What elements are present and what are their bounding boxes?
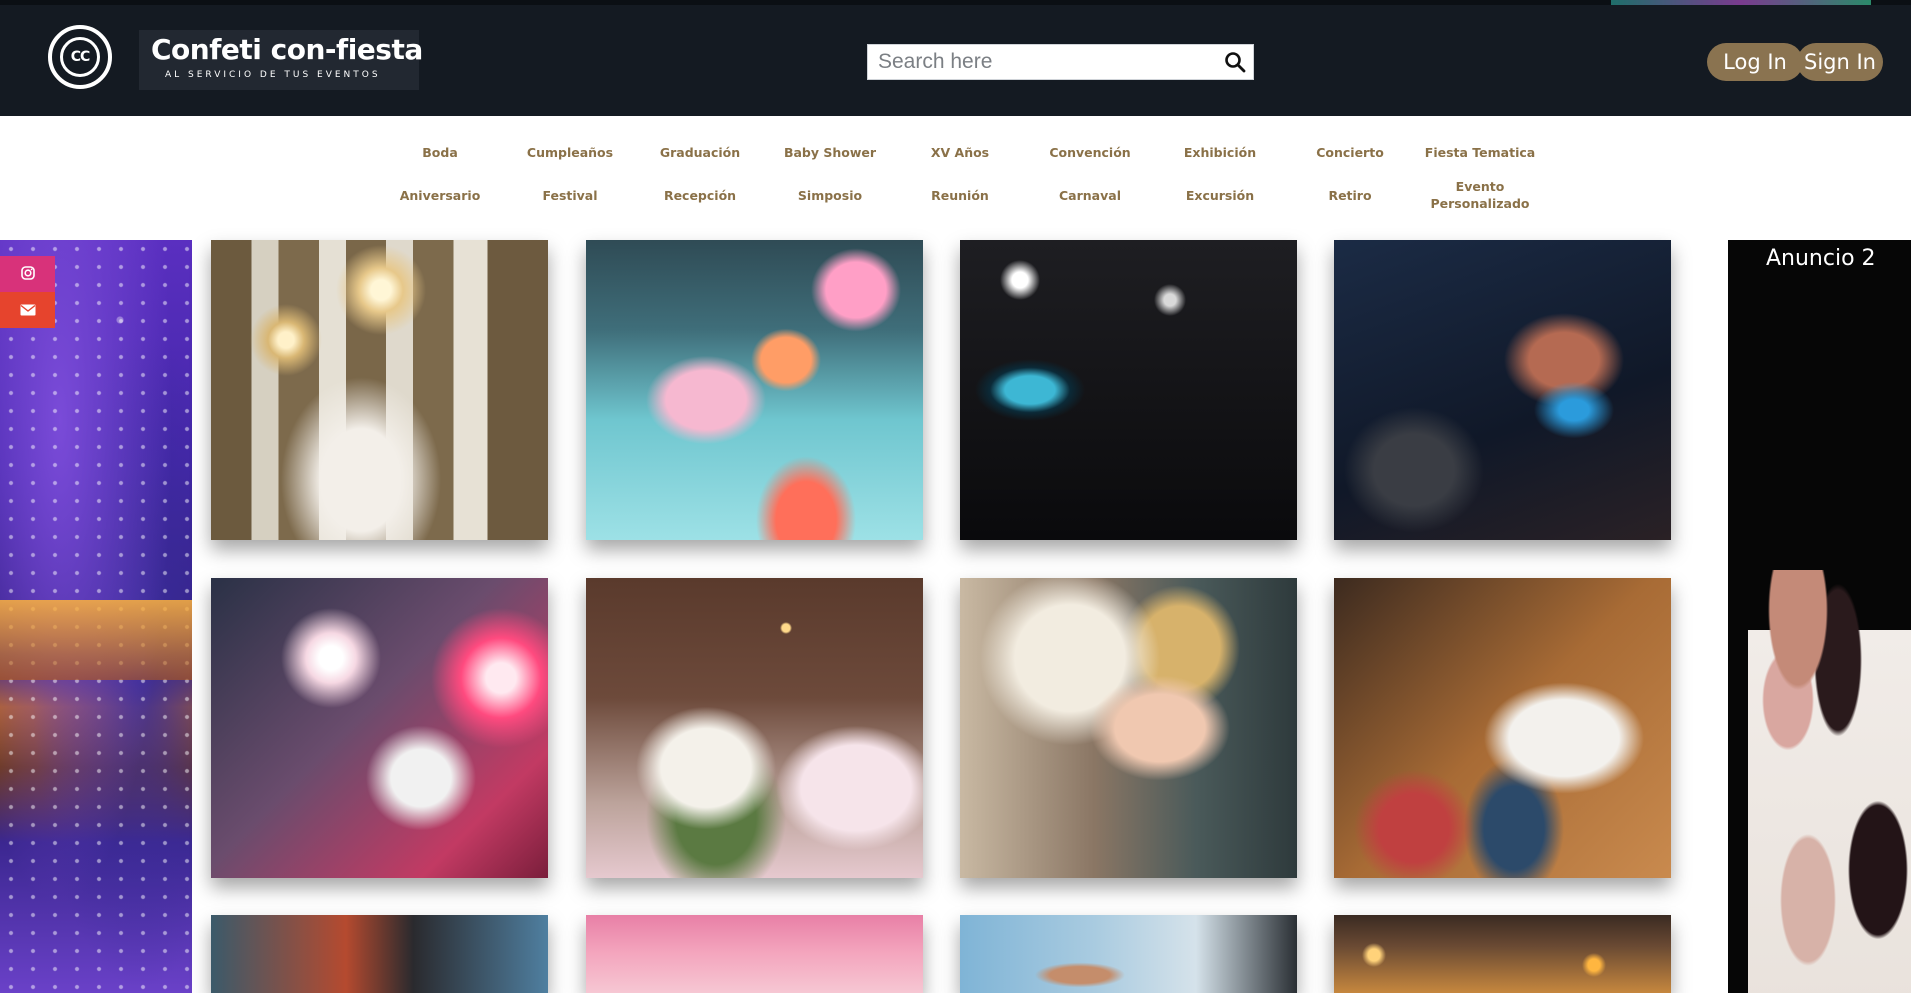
gallery-card-video-camera[interactable] bbox=[960, 240, 1297, 540]
category-boda[interactable]: Boda bbox=[380, 144, 500, 161]
login-button[interactable]: Log In bbox=[1707, 43, 1803, 81]
instagram-button[interactable] bbox=[0, 256, 55, 292]
category-nav: Boda Cumpleaños Graduación Baby Shower X… bbox=[0, 116, 1911, 240]
signin-button[interactable]: Sign In bbox=[1797, 43, 1883, 81]
search-icon[interactable] bbox=[1217, 44, 1253, 80]
brand-box[interactable]: Confeti con-fiesta AL SERVICIO DE TUS EV… bbox=[139, 30, 423, 90]
gallery-card-row3-3[interactable] bbox=[960, 915, 1297, 993]
gallery-card-ballroom[interactable] bbox=[211, 240, 548, 540]
category-exhibicion[interactable]: Exhibición bbox=[1160, 144, 1280, 161]
logo-monogram: CC bbox=[60, 37, 100, 77]
ad-title: Anuncio 2 bbox=[1766, 246, 1876, 271]
juggler-photo bbox=[211, 578, 548, 878]
left-side-banner[interactable] bbox=[0, 240, 192, 993]
row3-photo-2 bbox=[586, 915, 923, 993]
video-camera-photo bbox=[960, 240, 1297, 540]
category-cumpleanos[interactable]: Cumpleaños bbox=[510, 144, 630, 161]
gallery-card-juggler[interactable] bbox=[211, 578, 548, 878]
floral-centerpiece-photo bbox=[586, 578, 923, 878]
brand-title: Confeti con-fiesta bbox=[151, 33, 423, 66]
search-input[interactable] bbox=[868, 45, 1217, 79]
category-simposio[interactable]: Simposio bbox=[770, 187, 890, 204]
site-header: CC Confeti con-fiesta AL SERVICIO DE TUS… bbox=[0, 0, 1911, 116]
row3-photo-4 bbox=[1334, 915, 1671, 993]
category-recepcion[interactable]: Recepción bbox=[640, 187, 760, 204]
category-carnaval[interactable]: Carnaval bbox=[1030, 187, 1150, 204]
planning-desk-photo bbox=[1334, 578, 1671, 878]
category-reunion[interactable]: Reunión bbox=[900, 187, 1020, 204]
envelope-icon bbox=[20, 301, 36, 320]
gallery-card-makeup[interactable] bbox=[960, 578, 1297, 878]
gallery-card-dj[interactable] bbox=[1334, 240, 1671, 540]
gallery-card-row3-1[interactable] bbox=[211, 915, 548, 993]
header-top-accent bbox=[1611, 0, 1871, 5]
dj-photo bbox=[1334, 240, 1671, 540]
gallery-card-planning[interactable] bbox=[1334, 578, 1671, 878]
makeup-artist-photo bbox=[960, 578, 1297, 878]
category-graduacion[interactable]: Graduación bbox=[640, 144, 760, 161]
category-convencion[interactable]: Convención bbox=[1030, 144, 1150, 161]
gallery-card-floral-centerpiece[interactable] bbox=[586, 578, 923, 878]
gallery-card-candy-bar[interactable] bbox=[586, 240, 923, 540]
category-fiesta-tematica[interactable]: Fiesta Tematica bbox=[1420, 144, 1540, 161]
category-concierto[interactable]: Concierto bbox=[1290, 144, 1410, 161]
banner-stage-lights bbox=[0, 600, 192, 680]
category-excursion[interactable]: Excursión bbox=[1160, 187, 1280, 204]
category-xv-anos[interactable]: XV Años bbox=[900, 144, 1020, 161]
category-aniversario[interactable]: Aniversario bbox=[380, 187, 500, 204]
email-button[interactable] bbox=[0, 292, 55, 328]
category-festival[interactable]: Festival bbox=[510, 187, 630, 204]
site-logo[interactable]: CC bbox=[48, 25, 112, 89]
category-retiro[interactable]: Retiro bbox=[1290, 187, 1410, 204]
ad-cake-image bbox=[1748, 570, 1911, 993]
brand-subtitle: AL SERVICIO DE TUS EVENTOS bbox=[165, 70, 381, 80]
gallery-card-row3-2[interactable] bbox=[586, 915, 923, 993]
right-advertisement[interactable]: Anuncio 2 bbox=[1728, 240, 1911, 993]
candy-bar-photo bbox=[586, 240, 923, 540]
category-baby-shower[interactable]: Baby Shower bbox=[770, 144, 890, 161]
gallery-card-row3-4[interactable] bbox=[1334, 915, 1671, 993]
search-bar bbox=[867, 44, 1254, 80]
row3-photo-3 bbox=[960, 915, 1297, 993]
row3-photo-1 bbox=[211, 915, 548, 993]
ballroom-photo bbox=[211, 240, 548, 540]
instagram-icon bbox=[20, 265, 35, 284]
category-evento-personalizado[interactable]: Evento Personalizado bbox=[1410, 178, 1550, 212]
